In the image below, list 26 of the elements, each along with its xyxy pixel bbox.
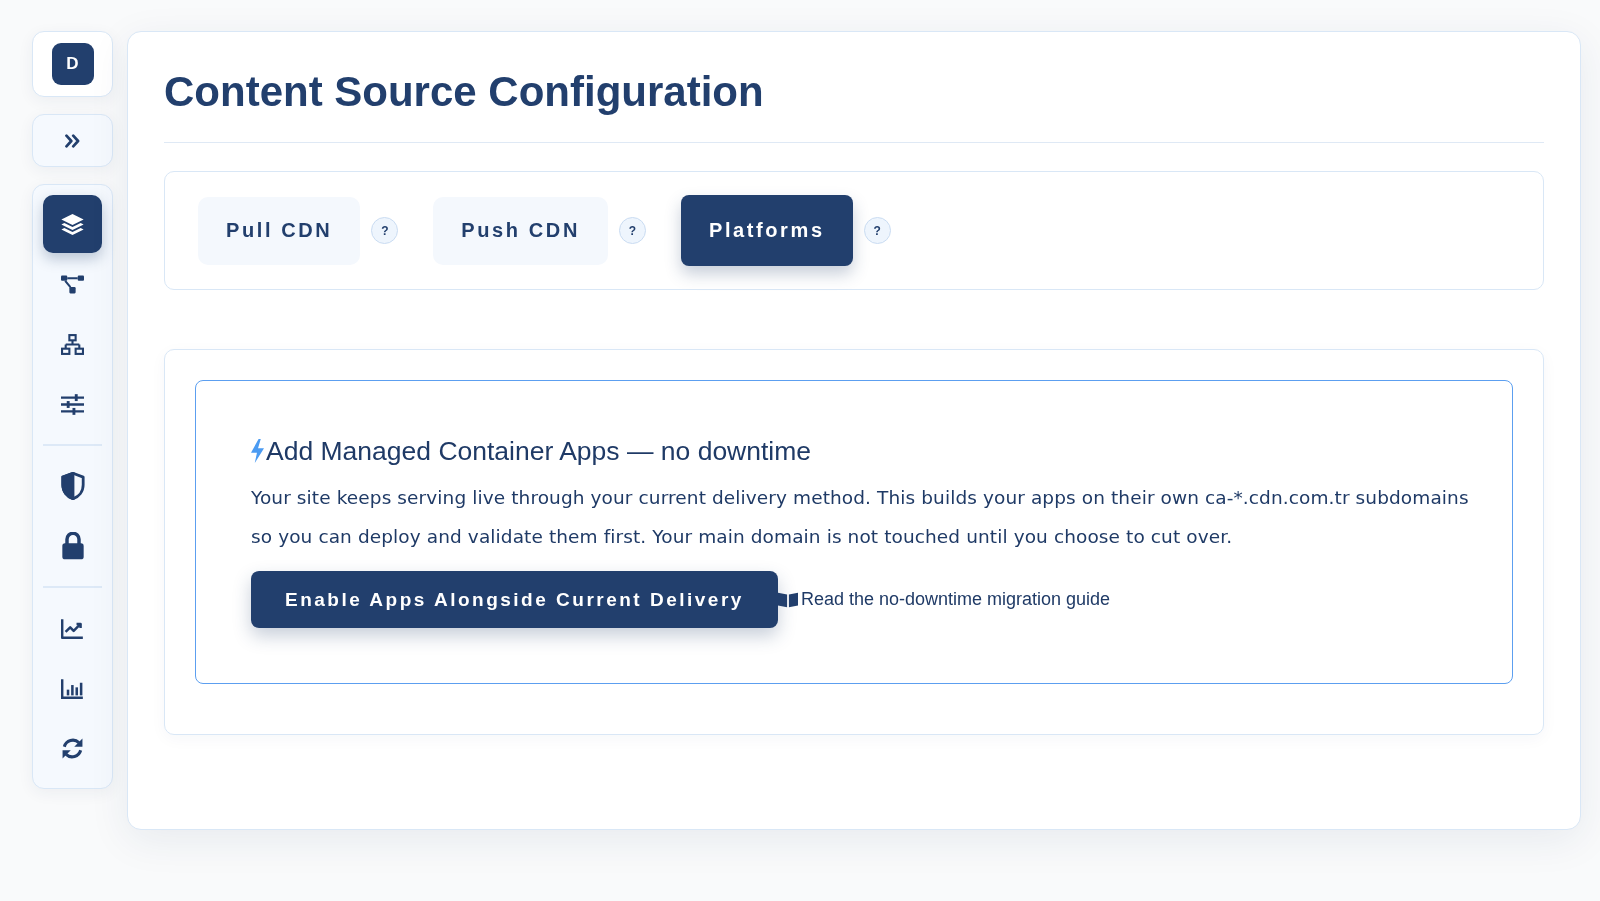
help-button[interactable]: ? xyxy=(618,217,646,244)
nav-item[interactable] xyxy=(43,195,102,253)
help-button[interactable]: ? xyxy=(371,217,399,244)
expand-button[interactable] xyxy=(32,114,113,167)
notice-heading: Add Managed Container Apps — no downtime xyxy=(266,435,812,467)
tab[interactable]: Pull CDN xyxy=(198,196,361,265)
book-icon xyxy=(777,591,798,608)
help-button[interactable]: ? xyxy=(863,217,891,244)
lightning-icon xyxy=(251,439,264,463)
layers-icon xyxy=(61,213,84,235)
enable-apps-button[interactable]: Enable Apps Alongside Current Delivery xyxy=(251,571,778,628)
tab[interactable]: Platforms xyxy=(680,195,853,266)
bar-chart-icon xyxy=(61,677,84,699)
double-chevron-icon xyxy=(65,133,80,148)
page-title: Content Source Configuration xyxy=(164,68,765,116)
line-chart-icon xyxy=(61,617,84,639)
sitemap-icon xyxy=(61,333,84,355)
sliders-icon xyxy=(61,393,84,415)
notice-text: Your site keeps serving live through your current delivery method. This builds your apps on their own ca-*.cdn.com.tr subdomains so you can deploy and validate them first. Your main domain is not touched until you choose to cut over. xyxy=(251,486,1470,549)
sync-icon xyxy=(61,737,84,759)
lock-icon xyxy=(60,532,85,560)
guide-link[interactable]: Read the no-downtime migration guide xyxy=(777,589,1111,610)
diagram-icon xyxy=(61,273,84,295)
shield-icon xyxy=(60,472,85,500)
logo: D xyxy=(51,43,94,85)
tab[interactable]: Push CDN xyxy=(433,196,608,265)
